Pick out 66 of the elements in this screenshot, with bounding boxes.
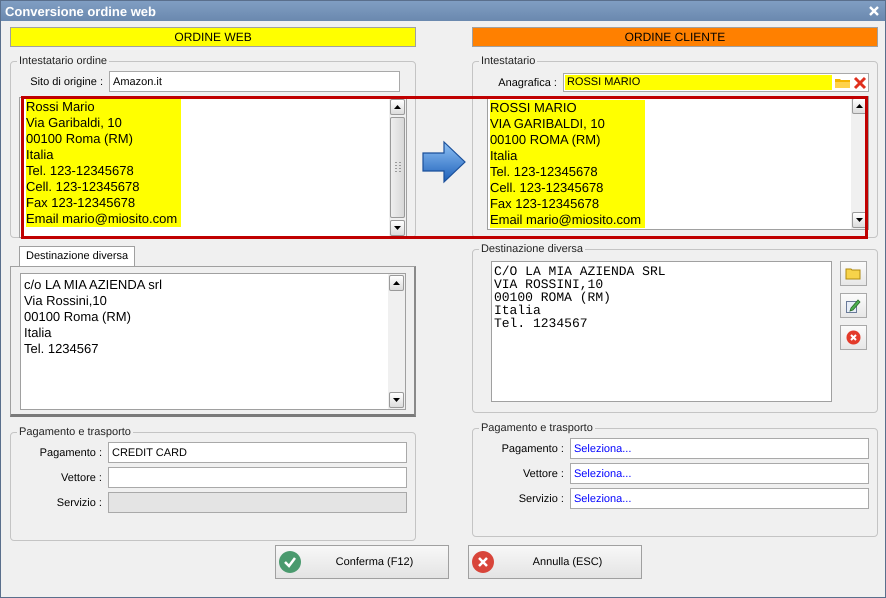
scroll-up-icon xyxy=(856,104,863,108)
field-label: Vettore : xyxy=(522,468,564,480)
address-line: Italia xyxy=(24,325,52,341)
address-textarea[interactable]: C/O LA MIA AZIENDA SRL VIA ROSSINI,10 00100 ROMA (RM) Italia Tel. 1234567 xyxy=(490,261,832,402)
address-line: VIA ROSSINI,10 xyxy=(494,278,604,291)
registry-field[interactable]: ROSSI MARIO xyxy=(562,73,869,92)
window-title: Conversione ordine web xyxy=(5,4,156,18)
scroll-down-button[interactable] xyxy=(389,392,404,408)
delete-button[interactable] xyxy=(840,325,867,350)
group-legend: Pagamento e trasporto xyxy=(17,426,133,438)
address-textarea[interactable]: Rossi Mario Via Garibaldi, 10 00100 Roma (RM) Italia Tel. 123-12345678 Cell. 123-12345678 Fax 123-12345678 Email mario@miosito.com xyxy=(19,97,408,238)
group-legend: Intestatario ordine xyxy=(17,55,110,67)
check-icon xyxy=(278,550,302,574)
field-label: Servizio : xyxy=(518,492,564,504)
input-field[interactable]: Amazon.it xyxy=(109,71,400,92)
cancel-button[interactable]: Annulla (ESC) xyxy=(468,545,642,579)
address-textarea[interactable]: c/o LA MIA AZIENDA srl Via Rossini,10 00100 Roma (RM) Italia Tel. 1234567 xyxy=(20,273,406,410)
selector-field[interactable]: Seleziona... xyxy=(570,463,869,484)
cancel-icon xyxy=(470,550,494,574)
confirm-button[interactable]: Conferma (F12) xyxy=(274,545,448,579)
field-label: Pagamento : xyxy=(38,446,102,458)
edit-icon xyxy=(845,298,862,314)
scrollbar[interactable] xyxy=(389,98,406,237)
folder-icon xyxy=(845,267,862,280)
open-folder-button[interactable] xyxy=(840,261,867,286)
address-textarea[interactable]: ROSSI MARIO VIA GARIBALDI, 10 00100 ROMA (RM) Italia Tel. 123-12345678 Cell. 123-12345678 Fax 123-12345678 Email mario@miosito.com xyxy=(486,96,869,230)
group-legend: Destinazione diversa xyxy=(478,243,586,255)
selector-field[interactable]: Seleziona... xyxy=(570,438,869,459)
group-legend: Intestatario xyxy=(478,55,538,67)
arrow-right-icon xyxy=(422,140,466,184)
delete-icon[interactable] xyxy=(853,76,867,90)
grip-icon xyxy=(394,162,401,174)
scroll-thumb[interactable] xyxy=(390,117,406,218)
scroll-down-icon xyxy=(856,218,863,222)
scrollbar[interactable] xyxy=(388,274,406,409)
field-label: Sito di origine : xyxy=(29,76,103,88)
field-label: Servizio : xyxy=(56,496,102,508)
delete-icon xyxy=(846,330,861,345)
input-field[interactable] xyxy=(108,467,408,488)
address-line: c/o LA MIA AZIENDA srl xyxy=(24,277,163,293)
scroll-up-button[interactable] xyxy=(389,275,404,291)
address-line: Via Rossini,10 xyxy=(24,293,108,309)
section-header: ORDINE CLIENTE xyxy=(472,27,878,47)
scroll-down-icon xyxy=(394,226,402,230)
field-label: Vettore : xyxy=(60,472,102,484)
scroll-down-icon xyxy=(393,398,400,402)
address-line: Tel. 1234567 xyxy=(24,341,100,357)
tab[interactable]: Destinazione diversa xyxy=(19,246,136,266)
field-label: Anagrafica : xyxy=(497,76,557,88)
group-legend: Pagamento e trasporto xyxy=(478,422,595,434)
registry-value: ROSSI MARIO xyxy=(564,75,832,90)
scroll-up-button[interactable] xyxy=(390,99,406,115)
section-header: ORDINE WEB xyxy=(10,27,416,47)
selector-field[interactable]: Seleziona... xyxy=(570,488,869,509)
address-line: 00100 ROMA (RM) xyxy=(494,291,612,304)
field-label: Pagamento : xyxy=(500,442,564,454)
scroll-up-icon xyxy=(394,105,402,109)
edit-button[interactable] xyxy=(840,293,867,318)
close-button[interactable] xyxy=(867,4,881,18)
input-field[interactable]: CREDIT CARD xyxy=(108,442,408,463)
address-line: Tel. 1234567 xyxy=(494,317,589,330)
scroll-down-button[interactable] xyxy=(390,220,406,236)
scroll-up-icon xyxy=(393,281,400,285)
address-line: 00100 Roma (RM) xyxy=(24,309,132,325)
address-line: Italia xyxy=(494,304,542,317)
address-line: C/O LA MIA AZIENDA SRL xyxy=(494,265,667,278)
